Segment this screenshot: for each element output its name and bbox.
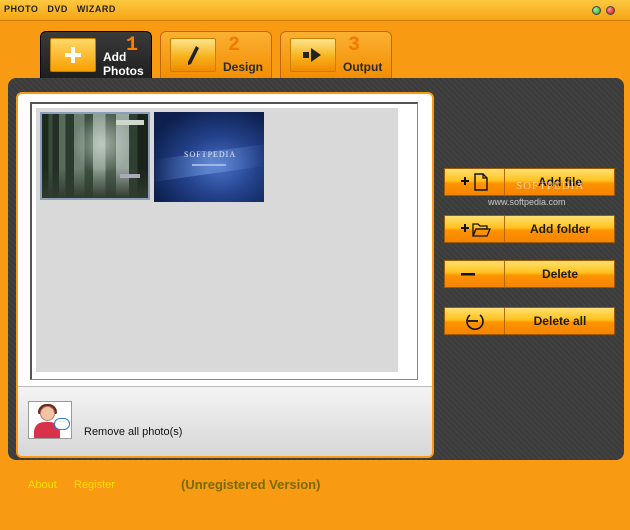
tab-add-photos[interactable]: 1 Add Photos: [40, 31, 152, 81]
app-window: PHOTO DVD WIZARD 1 Add Photos 2 Design 3…: [0, 0, 630, 530]
close-button[interactable]: [606, 6, 615, 15]
add-file-icon: [453, 172, 497, 192]
exit-icon: [453, 311, 497, 331]
pen-icon: [170, 38, 216, 72]
watermark-text: SOFTPEDIA: [516, 180, 585, 192]
photo-tag: [116, 120, 144, 125]
tab-output[interactable]: 3 Output: [280, 31, 392, 81]
minimize-button[interactable]: [592, 6, 601, 15]
about-link[interactable]: About: [28, 479, 57, 491]
tab-design[interactable]: 2 Design: [160, 31, 272, 81]
photo-thumbnail-softpedia[interactable]: SOFTPEDIA: [154, 112, 264, 202]
tab-label-line2: Photos: [103, 64, 144, 78]
tab-label: Add Photos: [103, 50, 144, 78]
app-title: PHOTO DVD WIZARD: [4, 4, 116, 14]
avatar-head: [40, 406, 55, 421]
plus-icon: [50, 38, 96, 72]
minus-icon: [453, 264, 497, 284]
watermark-url: www.softpedia.com: [488, 197, 566, 207]
photo-overlay-text: SOFTPEDIA: [184, 150, 237, 159]
photo-thumbnail-forest[interactable]: [40, 112, 150, 200]
avatar-icon[interactable]: ···: [28, 401, 72, 439]
title-bar[interactable]: PHOTO DVD WIZARD: [0, 0, 630, 21]
add-folder-label: Add folder: [530, 222, 590, 236]
delete-all-button[interactable]: Delete all: [444, 307, 615, 335]
delete-label: Delete: [541, 267, 579, 281]
tab-number: 2: [228, 34, 241, 57]
photo-toolbar: ··· Remove all photo(s): [18, 386, 432, 456]
photo-overlay-line: [192, 164, 226, 166]
photo-caption-mark: [120, 174, 140, 178]
add-folder-icon: [453, 219, 497, 239]
remove-all-photos-link[interactable]: Remove all photo(s): [84, 426, 182, 438]
arrow-right-icon: [290, 38, 336, 72]
photo-area: SOFTPEDIA ··· Remove all photo(s): [16, 92, 434, 458]
speech-bubble-icon: ···: [54, 418, 70, 430]
tab-label-line1: Add: [103, 50, 127, 64]
tab-number: 3: [348, 34, 361, 57]
photo-grid[interactable]: SOFTPEDIA: [36, 108, 398, 372]
tab-label: Output: [343, 60, 383, 74]
tab-label: Design: [223, 60, 264, 74]
photo-list[interactable]: SOFTPEDIA: [30, 102, 418, 380]
delete-all-label: Delete all: [533, 314, 587, 328]
unregistered-version-label: (Unregistered Version): [181, 477, 321, 492]
register-link[interactable]: Register: [74, 479, 115, 491]
delete-button[interactable]: Delete: [444, 260, 615, 288]
add-folder-button[interactable]: Add folder: [444, 215, 615, 243]
